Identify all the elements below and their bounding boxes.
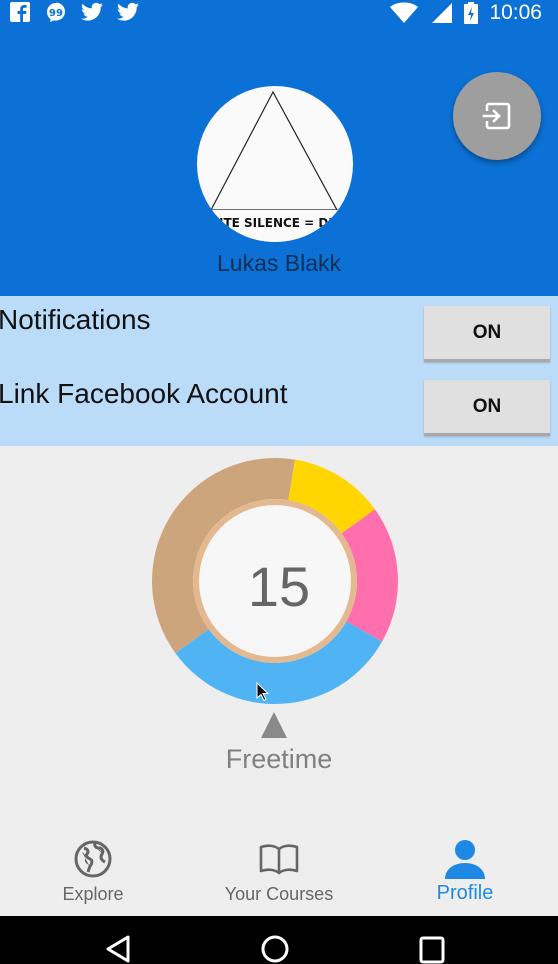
nav-explore[interactable]: Explore bbox=[0, 836, 186, 916]
link-facebook-toggle-button[interactable]: ON bbox=[424, 380, 550, 436]
logout-icon bbox=[482, 102, 511, 130]
home-icon[interactable] bbox=[260, 934, 290, 964]
book-icon bbox=[258, 840, 300, 878]
back-icon[interactable] bbox=[104, 934, 132, 964]
notifications-toggle-button[interactable]: ON bbox=[424, 306, 550, 362]
signal-icon bbox=[429, 2, 453, 24]
wifi-icon bbox=[389, 2, 419, 24]
selected-category-label: Freetime bbox=[225, 744, 333, 774]
system-navigation-bar bbox=[0, 916, 558, 964]
battery-icon bbox=[463, 2, 479, 24]
nav-explore-label: Explore bbox=[62, 884, 124, 904]
donut-count: 15 bbox=[247, 555, 311, 618]
mouse-cursor-icon bbox=[256, 682, 270, 702]
logout-button[interactable] bbox=[453, 72, 541, 160]
recents-icon[interactable] bbox=[418, 934, 446, 964]
category-donut: 15 Freetime bbox=[0, 446, 558, 836]
twitter-icon bbox=[80, 1, 104, 23]
twitter-icon bbox=[116, 1, 140, 23]
globe-icon bbox=[73, 840, 113, 878]
avatar[interactable]: NTE SILENCE = DE bbox=[197, 86, 353, 242]
quote-icon: 99 bbox=[44, 1, 68, 23]
person-icon bbox=[443, 840, 487, 879]
bottom-navigation: Explore Your Courses Profile bbox=[0, 836, 558, 916]
avatar-caption: NTE SILENCE = DE bbox=[213, 216, 337, 230]
nav-profile[interactable]: Profile bbox=[372, 836, 558, 916]
facebook-icon bbox=[8, 1, 32, 23]
profile-header: NTE SILENCE = DE Lukas Blakk bbox=[0, 26, 558, 296]
link-facebook-label: Link Facebook Account bbox=[0, 378, 288, 409]
status-bar: 99 10:06 bbox=[0, 0, 558, 26]
svg-text:99: 99 bbox=[49, 8, 63, 19]
nav-your-courses-label: Your Courses bbox=[224, 884, 334, 904]
user-name: Lukas Blakk bbox=[216, 250, 341, 276]
settings-panel: Notifications ON Link Facebook Account O… bbox=[0, 296, 558, 446]
nav-your-courses[interactable]: Your Courses bbox=[186, 836, 372, 916]
selector-pointer-icon bbox=[261, 712, 287, 738]
status-time: 10:06 bbox=[489, 1, 542, 24]
notifications-label: Notifications bbox=[0, 304, 151, 335]
nav-profile-label: Profile bbox=[436, 882, 494, 904]
